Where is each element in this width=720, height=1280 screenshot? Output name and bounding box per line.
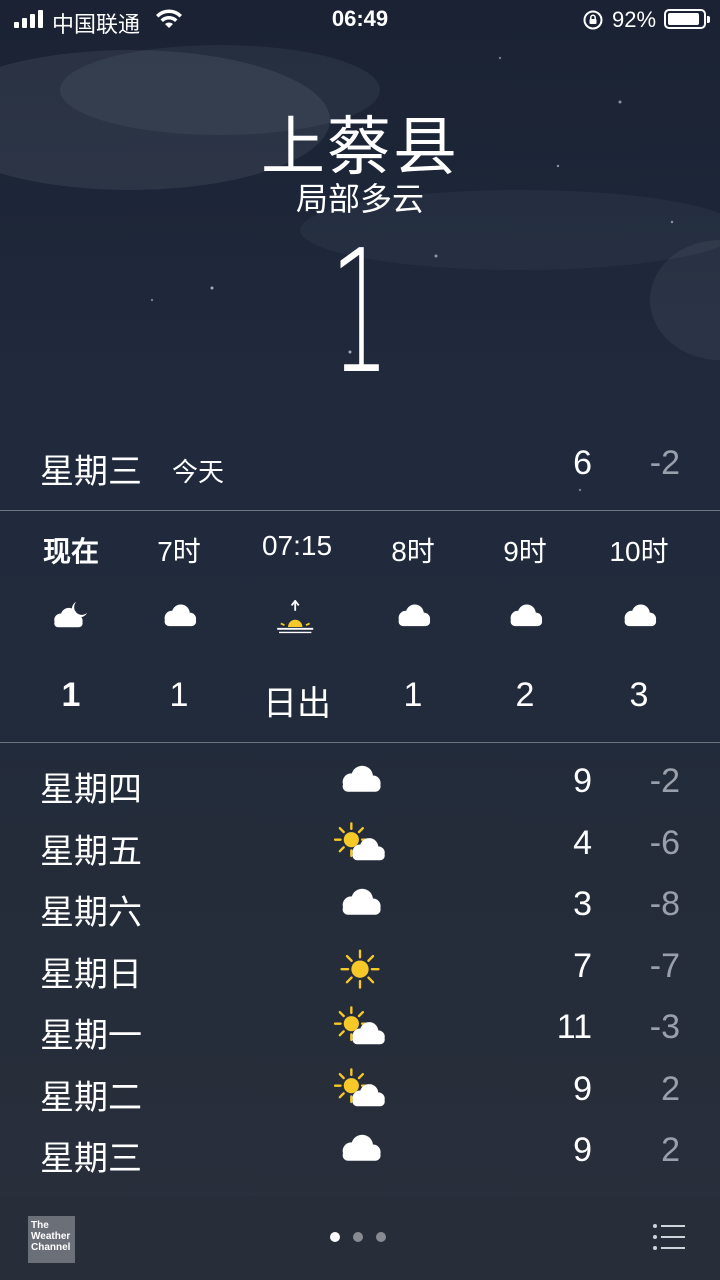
daily-day: 星期二: [40, 1078, 142, 1117]
daily-row: 星期四 9 -2: [0, 752, 720, 814]
partly-sunny-icon: [333, 1067, 386, 1112]
status-bar: 中国联通 06:49 92%: [0, 0, 720, 40]
hourly-time: 9时: [503, 536, 547, 567]
hourly-time: 现在: [42, 536, 99, 567]
daily-forecast[interactable]: 星期四 9 -2 星期五 4 -6 星期六 3 -8 星期日 7 -7 星期一 …: [0, 752, 720, 1196]
today-day: 星期三: [40, 453, 142, 491]
hourly-temp: 1: [403, 676, 423, 714]
page-indicator[interactable]: [330, 1232, 386, 1242]
daily-day: 星期五: [40, 832, 142, 871]
daily-low: 2: [661, 1069, 680, 1108]
battery-icon: [664, 9, 710, 29]
daily-high: 11: [556, 1008, 592, 1046]
daily-row: 星期日 7 -7: [0, 937, 720, 999]
page-dot[interactable]: [353, 1232, 363, 1242]
hourly-temp: 1: [61, 676, 81, 714]
cloud-icon: [157, 600, 201, 636]
cloud-icon: [334, 760, 386, 804]
hourly-temp: 3: [629, 676, 649, 714]
daily-high: 4: [573, 823, 592, 862]
daily-row: 星期三 9 2: [0, 1121, 720, 1183]
daily-day: 星期六: [40, 894, 142, 932]
current-temperature: 1: [330, 214, 390, 412]
daily-row: 星期二 9 2: [0, 1060, 720, 1122]
hourly-time: 10时: [609, 536, 669, 567]
weather-channel-logo[interactable]: The Weather Channel: [28, 1216, 75, 1263]
bottom-toolbar: The Weather Channel: [0, 1196, 720, 1280]
page-dot[interactable]: [330, 1232, 340, 1242]
cloud-icon: [503, 600, 547, 636]
divider: [0, 510, 720, 511]
today-summary: 星期三 今天 6 -2: [0, 440, 720, 491]
page-dot[interactable]: [376, 1232, 386, 1242]
daily-row: 星期五 4 -6: [0, 814, 720, 876]
hourly-time: 07:15: [261, 530, 333, 561]
hourly-time: 7时: [157, 536, 201, 567]
rotation-lock-icon: [583, 10, 603, 30]
daily-low: 2: [661, 1131, 680, 1169]
daily-low: -2: [649, 762, 680, 800]
partly-sunny-icon: [333, 821, 386, 866]
city-list-icon[interactable]: [652, 1222, 686, 1252]
cloud-icon: [617, 600, 661, 636]
hourly-forecast[interactable]: 现在 1 7时 1 07:15 日出 8时 1 9时 2 10时 3: [0, 512, 720, 742]
daily-high: 3: [573, 885, 592, 923]
divider: [0, 742, 720, 743]
today-low: -2: [649, 444, 680, 482]
hourly-temp: 日出: [263, 685, 331, 723]
daily-day: 星期三: [40, 1140, 142, 1178]
partly-cloudy-night-icon: [49, 600, 93, 636]
today-high: 6: [573, 444, 592, 482]
daily-low: -8: [649, 885, 680, 923]
partly-sunny-icon: [333, 1006, 386, 1050]
hourly-temp: 1: [169, 676, 189, 714]
daily-day: 星期日: [40, 955, 142, 994]
today-tag: 今天: [172, 457, 225, 487]
daily-high: 7: [573, 946, 592, 985]
daily-high: 9: [573, 1069, 592, 1108]
daily-low: -6: [649, 823, 680, 862]
hourly-time: 8时: [391, 536, 435, 567]
cloud-icon: [391, 600, 435, 636]
daily-day: 星期四: [40, 771, 142, 809]
daily-row: 星期一 11 -3: [0, 998, 720, 1060]
daily-low: -3: [649, 1008, 680, 1046]
daily-day: 星期一: [40, 1017, 142, 1055]
hourly-temp: 2: [515, 676, 535, 714]
daily-row: 星期六 3 -8: [0, 875, 720, 937]
battery-percentage: 92%: [612, 7, 657, 32]
daily-low: -7: [649, 946, 680, 985]
daily-high: 9: [573, 762, 592, 800]
cloud-icon: [334, 1129, 386, 1173]
sunrise-icon: [275, 599, 319, 636]
cloud-icon: [334, 883, 386, 927]
daily-high: 9: [573, 1131, 592, 1169]
sun-icon: [334, 945, 386, 989]
